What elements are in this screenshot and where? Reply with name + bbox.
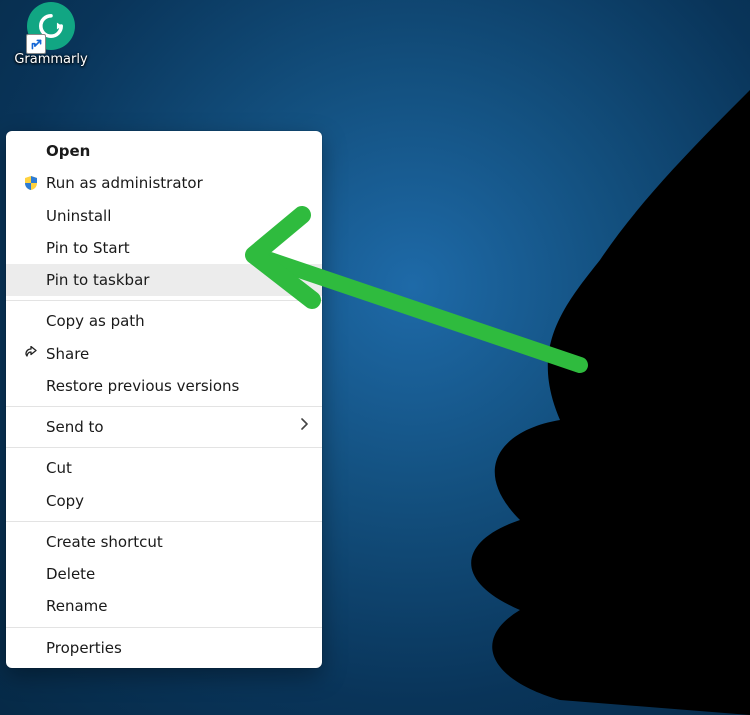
context-menu: Open Run as administrator Uninstall Pin … (6, 131, 322, 668)
menu-item-label: Delete (46, 564, 308, 584)
menu-item-label: Copy (46, 491, 308, 511)
menu-item-label: Uninstall (46, 206, 308, 226)
menu-item-label: Share (46, 344, 308, 364)
menu-item-create-shortcut[interactable]: Create shortcut (6, 526, 322, 558)
menu-item-rename[interactable]: Rename (6, 590, 322, 622)
menu-item-open[interactable]: Open (6, 135, 322, 167)
menu-item-uninstall[interactable]: Uninstall (6, 200, 322, 232)
shield-uac-icon (16, 175, 46, 191)
desktop-shortcut-label: Grammarly (12, 52, 90, 67)
menu-item-label: Pin to taskbar (46, 270, 308, 290)
menu-item-label: Send to (46, 417, 292, 437)
share-icon (16, 346, 46, 362)
menu-item-restore-previous-versions[interactable]: Restore previous versions (6, 370, 322, 402)
menu-separator (6, 300, 322, 301)
menu-item-cut[interactable]: Cut (6, 452, 322, 484)
menu-item-properties[interactable]: Properties (6, 632, 322, 664)
menu-item-label: Cut (46, 458, 308, 478)
menu-item-send-to[interactable]: Send to (6, 411, 322, 443)
menu-item-label: Copy as path (46, 311, 308, 331)
menu-separator (6, 521, 322, 522)
shortcut-arrow-overlay-icon (26, 34, 46, 54)
menu-item-copy-as-path[interactable]: Copy as path (6, 305, 322, 337)
menu-item-label: Open (46, 141, 308, 161)
menu-separator (6, 627, 322, 628)
menu-item-label: Restore previous versions (46, 376, 308, 396)
menu-item-label: Create shortcut (46, 532, 308, 552)
chevron-right-icon (300, 418, 308, 436)
menu-item-pin-to-start[interactable]: Pin to Start (6, 232, 322, 264)
menu-item-label: Pin to Start (46, 238, 308, 258)
menu-item-label: Run as administrator (46, 173, 308, 193)
menu-item-delete[interactable]: Delete (6, 558, 322, 590)
menu-item-copy[interactable]: Copy (6, 485, 322, 517)
menu-separator (6, 406, 322, 407)
menu-item-share[interactable]: Share (6, 338, 322, 370)
menu-separator (6, 447, 322, 448)
menu-item-label: Properties (46, 638, 308, 658)
menu-item-run-as-administrator[interactable]: Run as administrator (6, 167, 322, 199)
menu-item-label: Rename (46, 596, 308, 616)
menu-item-pin-to-taskbar[interactable]: Pin to taskbar (6, 264, 322, 296)
desktop-shortcut-grammarly[interactable]: Grammarly (12, 0, 90, 67)
